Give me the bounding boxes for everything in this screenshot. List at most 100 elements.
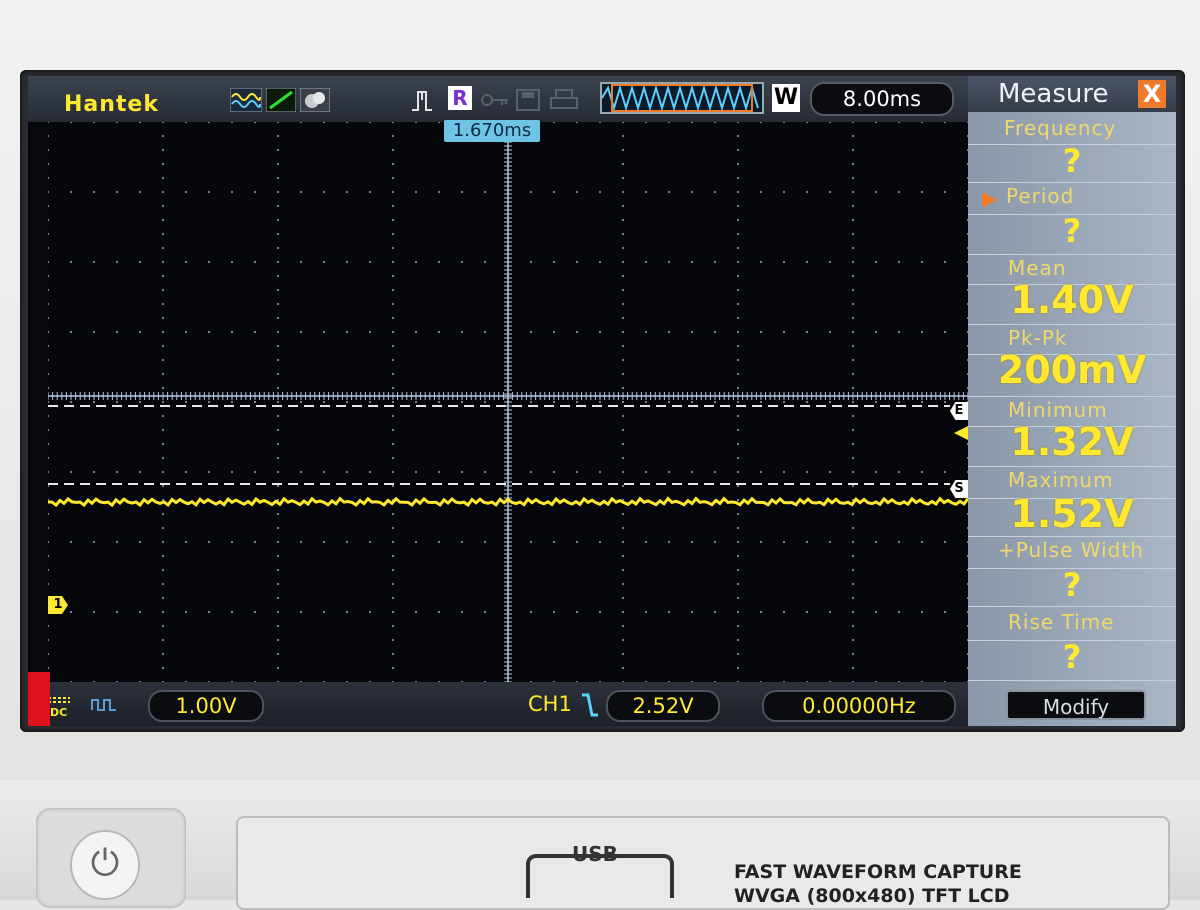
grid-dot: [92, 260, 96, 264]
grid-dot: [552, 122, 556, 124]
timebase-readout[interactable]: 8.00ms: [810, 82, 954, 116]
waveform-mode-icon[interactable]: [230, 88, 262, 112]
mean-label[interactable]: Mean: [1008, 256, 1067, 280]
grid-dot: [851, 456, 855, 460]
grid-dot: [897, 190, 901, 194]
grid-dot: [322, 610, 326, 614]
grid-dot: [736, 638, 740, 642]
period-value: ?: [1062, 212, 1082, 250]
minimum-label[interactable]: Minimum: [1008, 398, 1108, 422]
grid-dot: [391, 260, 395, 264]
grid-dot: [621, 624, 625, 628]
grid-dot: [851, 526, 855, 530]
grid-dot: [391, 134, 395, 138]
persistence-icon[interactable]: [300, 88, 330, 112]
grid-dot: [322, 122, 326, 124]
grid-dot: [621, 652, 625, 656]
grid-dot: [299, 260, 303, 264]
grid-dot: [667, 610, 671, 614]
grid-dot: [621, 190, 625, 194]
grid-dot: [736, 218, 740, 222]
grid-dot: [805, 260, 809, 264]
maximum-label[interactable]: Maximum: [1008, 468, 1114, 492]
grid-dot: [161, 190, 165, 194]
key-icon: [481, 94, 508, 106]
grid-dot: [368, 190, 372, 194]
grid-dot: [713, 400, 717, 404]
ch1-volts-div[interactable]: 1.00V: [148, 690, 264, 722]
grid-dot: [851, 274, 855, 278]
grid-dot: [161, 442, 165, 446]
grid-dot: [48, 122, 50, 124]
grid-dot: [161, 134, 165, 138]
grid-dot: [621, 260, 625, 264]
grid-dot: [48, 218, 50, 222]
grid-dot: [345, 190, 349, 194]
grid-dot: [391, 652, 395, 656]
grid-dot: [621, 442, 625, 446]
grid-dot: [828, 122, 832, 124]
grid-dot: [276, 568, 280, 572]
grid-dot: [138, 122, 142, 124]
grid-dot: [736, 512, 740, 516]
grid-dot: [299, 540, 303, 544]
memory-position-window[interactable]: [600, 82, 764, 114]
grid-dot: [759, 260, 763, 264]
grid-dot: [828, 470, 832, 474]
grid-dot: [48, 386, 50, 390]
grid-dot: [391, 610, 395, 614]
grid-dot: [782, 400, 786, 404]
frequency-label[interactable]: Frequency: [1004, 116, 1116, 140]
grid-dot: [851, 232, 855, 236]
grid-dot: [184, 540, 188, 544]
grid-dot: [598, 470, 602, 474]
power-button[interactable]: ⏻: [70, 830, 140, 900]
grid-dot: [851, 316, 855, 320]
grid-dot: [460, 330, 464, 334]
grid-dot: [161, 122, 165, 124]
grid-dot: [48, 638, 50, 642]
grid-dot: [552, 400, 556, 404]
grid-dot: [48, 316, 50, 320]
grid-dot: [736, 344, 740, 348]
grid-dot: [48, 274, 50, 278]
grid-dot: [598, 260, 602, 264]
pk-pk-label[interactable]: Pk-Pk: [1008, 326, 1068, 350]
trigger-position-tag[interactable]: 1.670ms: [444, 120, 540, 142]
rise-time-label[interactable]: Rise Time: [1008, 610, 1114, 634]
period-label[interactable]: Period: [1006, 184, 1074, 208]
grid-dot: [184, 400, 188, 404]
close-button[interactable]: X: [1138, 80, 1166, 108]
grid-dot: [391, 638, 395, 642]
usb-port[interactable]: [526, 854, 674, 898]
grid-dot: [851, 330, 855, 334]
grid-dot: [161, 330, 165, 334]
grid-dot: [92, 122, 96, 124]
grid-dot: [667, 190, 671, 194]
printer-icon: [550, 89, 578, 109]
trigger-level-readout[interactable]: 2.52V: [606, 690, 720, 722]
trigger-source-label: CH1: [528, 692, 572, 716]
grid-dot: [276, 260, 280, 264]
grid-dot: [736, 498, 740, 502]
grid-dot: [736, 456, 740, 460]
trigger-edge-icon[interactable]: [410, 88, 440, 112]
grid-dot: [48, 148, 50, 152]
grid-dot: [437, 540, 441, 544]
grid-dot: [851, 386, 855, 390]
grid-dot: [667, 260, 671, 264]
grid-dot: [621, 372, 625, 376]
pulse-width-label[interactable]: +Pulse Width: [998, 538, 1144, 562]
grid-dot: [851, 484, 855, 488]
run-mode-indicator[interactable]: R: [448, 86, 472, 110]
display-vectors-icon[interactable]: [266, 88, 296, 112]
lcd-caption: FAST WAVEFORM CAPTURE WVGA (800x480) TFT…: [734, 860, 1022, 908]
grid-dot: [483, 260, 487, 264]
grid-dot: [736, 526, 740, 530]
grid-dot: [851, 288, 855, 292]
modify-button[interactable]: Modify: [1006, 690, 1146, 720]
grid-dot: [48, 190, 50, 194]
grid-dot: [391, 540, 395, 544]
grid-dot: [713, 540, 717, 544]
grid-dot: [736, 204, 740, 208]
